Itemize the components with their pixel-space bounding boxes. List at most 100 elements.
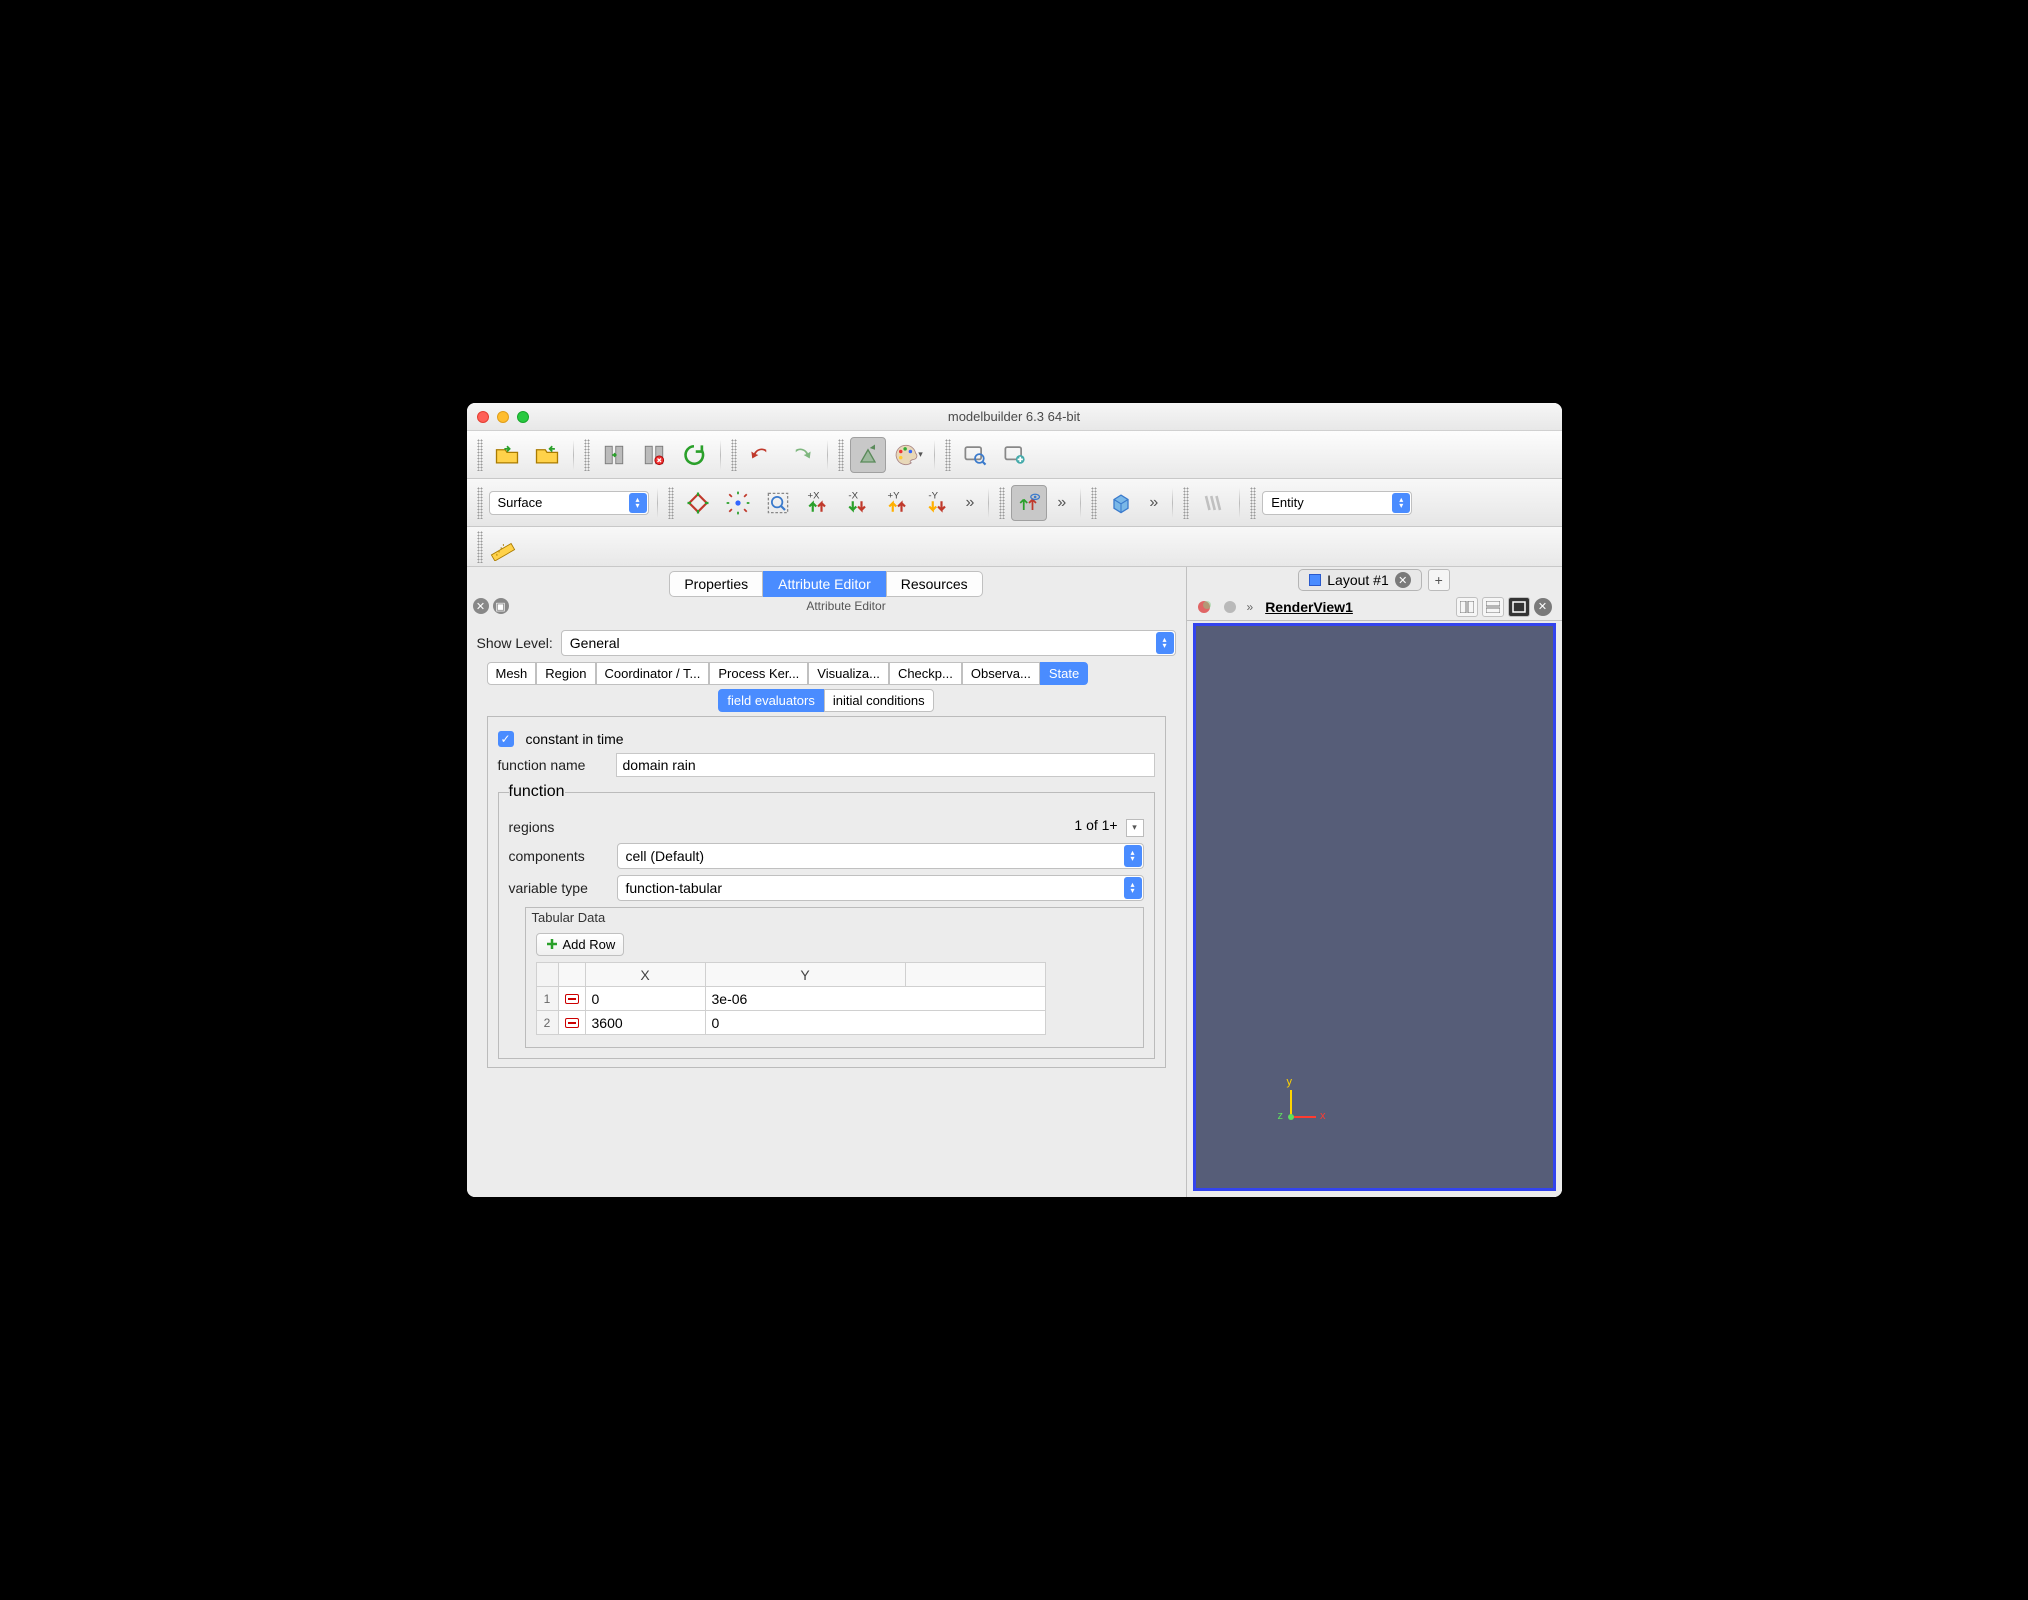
tab-coordinator[interactable]: Coordinator / T... [596, 662, 710, 685]
attribute-tabs: Mesh Region Coordinator / T... Process K… [487, 662, 1166, 685]
tab-initial-conditions[interactable]: initial conditions [824, 689, 934, 712]
layout-tab[interactable]: Layout #1 ✕ [1298, 569, 1422, 591]
view-plus-y-button[interactable]: +Y [880, 485, 916, 521]
state-inner-tabs: field evaluators initial conditions [477, 689, 1176, 712]
function-name-input[interactable] [616, 753, 1155, 777]
view-minus-y-button[interactable]: -Y [920, 485, 956, 521]
grip-icon [1250, 487, 1256, 519]
maximize-view-icon[interactable] [1508, 597, 1530, 617]
axis-gizmo-icon: z [1268, 1080, 1328, 1140]
split-horizontal-icon[interactable] [1456, 597, 1478, 617]
left-panel: Properties Attribute Editor Resources ✕ … [467, 567, 1187, 1197]
variable-type-select[interactable]: function-tabular [617, 875, 1144, 901]
find-data-button[interactable] [957, 437, 993, 473]
add-row-label: Add Row [563, 937, 616, 952]
cube-axes-button[interactable] [1103, 485, 1139, 521]
popout-panel-icon[interactable]: ▣ [493, 598, 509, 614]
window-title: modelbuilder 6.3 64-bit [467, 409, 1562, 424]
cell-x-input[interactable] [592, 1013, 699, 1032]
tab-observation[interactable]: Observa... [962, 662, 1040, 685]
tabular-data-title: Tabular Data [526, 908, 1143, 927]
function-fieldset: function regions 1 of 1+ ▾ components [498, 783, 1155, 1059]
reset-camera-button[interactable] [680, 485, 716, 521]
toggle-eye-axis-button[interactable] [1011, 485, 1047, 521]
view-minus-x-button[interactable]: -X [840, 485, 876, 521]
reload-button[interactable] [676, 437, 712, 473]
show-level-select[interactable]: General [561, 630, 1176, 656]
view-plus-x-button[interactable]: +X [800, 485, 836, 521]
server-disconnect-button[interactable] [636, 437, 672, 473]
parallel-lines-button[interactable] [1195, 485, 1231, 521]
svg-text:+X: +X [807, 490, 820, 501]
tab-checkpoint[interactable]: Checkp... [889, 662, 962, 685]
close-view-icon[interactable]: ✕ [1534, 598, 1552, 616]
render-icon-a[interactable] [1193, 597, 1215, 617]
chevron-right-icon: » [1247, 600, 1254, 614]
tab-resources[interactable]: Resources [886, 571, 983, 597]
apply-button[interactable] [850, 437, 886, 473]
add-layout-button[interactable]: + [1428, 569, 1450, 591]
zoom-to-data-button[interactable] [720, 485, 756, 521]
tab-visualization[interactable]: Visualiza... [808, 662, 889, 685]
function-legend: function [509, 783, 565, 801]
show-level-value: General [570, 635, 620, 651]
close-layout-icon[interactable]: ✕ [1395, 572, 1411, 588]
delete-row-icon[interactable] [565, 994, 579, 1004]
surface-combo[interactable]: Surface [489, 491, 649, 515]
tabular-data-group: Tabular Data Add Row [525, 907, 1144, 1049]
toolbar-overflow-icon[interactable]: » [1143, 494, 1164, 512]
table-row: 1 [536, 987, 1045, 1011]
render-icon-b[interactable] [1219, 597, 1241, 617]
tab-field-evaluators[interactable]: field evaluators [718, 689, 823, 712]
tabular-data-table: X Y 1 [536, 962, 1046, 1035]
col-x-header: X [585, 963, 705, 987]
cell-y-input[interactable] [712, 989, 1039, 1008]
variable-type-value: function-tabular [626, 880, 723, 896]
grip-icon [1183, 487, 1189, 519]
table-row: 2 [536, 1011, 1045, 1035]
main-tabs: Properties Attribute Editor Resources [467, 567, 1186, 596]
render-view[interactable]: z [1193, 623, 1556, 1191]
server-connect-button[interactable] [596, 437, 632, 473]
tab-properties[interactable]: Properties [669, 571, 763, 597]
render-view-label[interactable]: RenderView1 [1265, 599, 1353, 615]
components-select[interactable]: cell (Default) [617, 843, 1144, 869]
tab-region[interactable]: Region [536, 662, 595, 685]
open-folder-button[interactable] [489, 437, 525, 473]
tab-mesh[interactable]: Mesh [487, 662, 537, 685]
toolbar-main: ▾ [467, 431, 1562, 479]
add-row-button[interactable]: Add Row [536, 933, 625, 956]
add-view-button[interactable] [997, 437, 1033, 473]
tab-attribute-editor[interactable]: Attribute Editor [763, 571, 886, 597]
svg-text:-Y: -Y [928, 490, 938, 501]
regions-dropdown-icon[interactable]: ▾ [1126, 819, 1144, 837]
grip-icon [477, 487, 483, 519]
zoom-box-button[interactable] [760, 485, 796, 521]
cell-x-input[interactable] [592, 989, 699, 1008]
toolbar-overflow-icon[interactable]: » [1051, 494, 1072, 512]
constant-in-time-label: constant in time [526, 731, 624, 747]
grip-icon [477, 439, 483, 471]
color-palette-button[interactable]: ▾ [890, 437, 926, 473]
split-vertical-icon[interactable] [1482, 597, 1504, 617]
undo-button[interactable] [743, 437, 779, 473]
grip-icon [731, 439, 737, 471]
delete-row-icon[interactable] [565, 1018, 579, 1028]
toolbar-overflow-icon[interactable]: » [960, 494, 981, 512]
entity-combo[interactable]: Entity [1262, 491, 1412, 515]
cell-y-input[interactable] [712, 1013, 1039, 1032]
constant-in-time-checkbox[interactable]: ✓ [498, 731, 514, 747]
tab-process-kernel[interactable]: Process Ker... [709, 662, 808, 685]
right-panel: Layout #1 ✕ + » RenderView1 [1187, 567, 1562, 1197]
grip-icon [838, 439, 844, 471]
tab-state[interactable]: State [1040, 662, 1088, 685]
plus-icon [545, 937, 559, 951]
redo-button[interactable] [783, 437, 819, 473]
save-folder-button[interactable] [529, 437, 565, 473]
layout-tab-label: Layout #1 [1327, 572, 1389, 588]
close-panel-icon[interactable]: ✕ [473, 598, 489, 614]
titlebar: modelbuilder 6.3 64-bit [467, 403, 1562, 431]
panel-title: Attribute Editor [513, 599, 1180, 613]
svg-text:-X: -X [848, 490, 858, 501]
ruler-button[interactable] [485, 529, 521, 565]
